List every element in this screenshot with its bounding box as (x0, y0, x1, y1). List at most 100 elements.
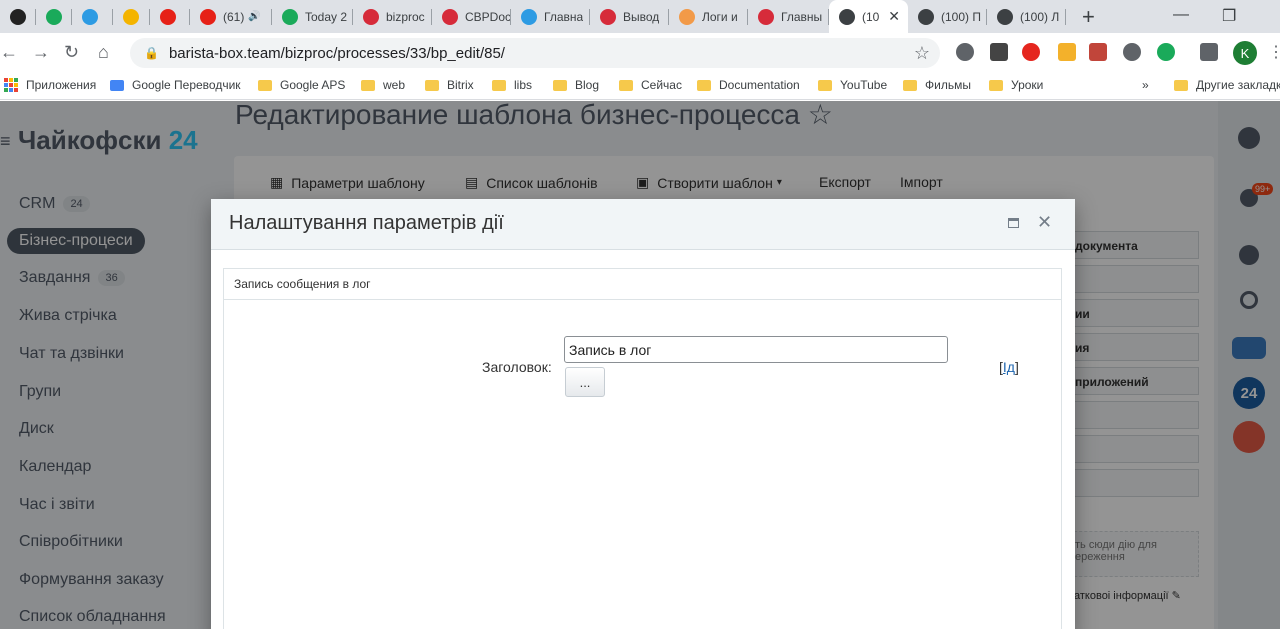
arrow-circle-icon (839, 8, 855, 25)
folder-icon (818, 79, 832, 91)
tab-label: CBPDoc (465, 9, 511, 24)
tab-label: Главна (544, 9, 584, 24)
trello-icon (10, 8, 26, 25)
folder-icon (903, 79, 917, 91)
reload-icon[interactable]: ↻ (64, 42, 79, 63)
extension-icon[interactable] (1157, 43, 1175, 61)
browser-tab[interactable] (0, 0, 36, 33)
menu-icon[interactable]: ⋮ (1268, 42, 1280, 62)
bookmark-item[interactable]: Bitrix (425, 78, 474, 92)
browser-tab[interactable]: Главна (511, 0, 590, 33)
folder-icon (619, 79, 633, 91)
extension-icon[interactable] (1022, 43, 1040, 61)
bookmark-label: Blog (575, 78, 600, 92)
tab-label: bizproc (386, 9, 425, 24)
extension-icon[interactable] (1123, 43, 1141, 61)
bookmark-item[interactable]: web (361, 78, 405, 92)
insert-value-button[interactable]: ... (565, 367, 605, 397)
bookmarks-more[interactable]: » (1142, 78, 1149, 92)
tab-label: (100) Л (1020, 9, 1060, 24)
browser-tab[interactable]: (61) 🔊 (190, 0, 272, 33)
tab-strip: (61) 🔊 Today 2 bizproc CBPDoc Главна Вывод Логи… (0, 0, 1280, 33)
bookmark-item[interactable]: Google Переводчик (110, 78, 241, 92)
maximize-icon[interactable] (1008, 218, 1019, 228)
folder-icon (361, 79, 375, 91)
browser-tab[interactable]: (100) П (908, 0, 987, 33)
media-icon[interactable] (1200, 43, 1218, 61)
forward-icon[interactable]: → (32, 42, 50, 63)
browser-tab[interactable] (36, 0, 72, 33)
bookmark-label: Приложения (26, 78, 97, 92)
browser-tab[interactable] (113, 0, 150, 33)
extension-icon[interactable] (1089, 43, 1107, 61)
bookmark-label: Уроки (1011, 78, 1044, 92)
bookmark-star-icon[interactable]: ☆ (914, 43, 930, 64)
folder-icon (492, 79, 506, 91)
dialog-body: Запись сообщения в лог Заголовок: ... [І… (223, 268, 1062, 629)
check-app-icon (46, 8, 62, 25)
browser-tab[interactable] (150, 0, 190, 33)
other-bookmarks[interactable]: Другие закладки (1174, 78, 1280, 92)
bookmark-item[interactable]: Documentation (697, 78, 800, 92)
address-bar[interactable]: 🔒 barista-box.team/bizproc/processes/33/… (130, 38, 940, 68)
minimize-icon[interactable]: — (1173, 6, 1189, 24)
translate-icon (110, 79, 124, 91)
bookmark-label: Bitrix (447, 78, 474, 92)
new-tab-button[interactable]: + (1082, 4, 1095, 30)
youtube-icon (200, 8, 216, 25)
b-app-icon (363, 8, 379, 25)
browser-tab[interactable]: CBPDoc (432, 0, 511, 33)
browser-tab[interactable]: Вывод (590, 0, 669, 33)
browser-tab[interactable]: Today 2 (272, 0, 353, 33)
tab-label: Логи и (702, 9, 738, 24)
extension-icon[interactable] (990, 43, 1008, 61)
browser-tab[interactable]: (100) Л (987, 0, 1066, 33)
restore-icon[interactable]: ❐ (1222, 6, 1236, 26)
extension-icon[interactable] (1058, 43, 1076, 61)
bookmark-label: web (383, 78, 406, 92)
refresh-app-icon (82, 8, 98, 25)
b-app-icon (442, 8, 458, 25)
folder-icon (258, 79, 272, 91)
dialog-title: Налаштування параметрів дії (229, 212, 504, 234)
browser-tab[interactable]: Логи и (669, 0, 748, 33)
speaker-icon[interactable]: 🔊 (248, 11, 260, 22)
close-icon[interactable]: ✕ (1037, 212, 1052, 233)
home-icon[interactable]: ⌂ (98, 42, 109, 63)
extension-icon[interactable] (956, 43, 974, 61)
folder-icon (989, 79, 1003, 91)
bookmark-item[interactable]: libs (492, 78, 532, 92)
tab-divider (1065, 9, 1066, 25)
bookmark-item[interactable]: Сейчас (619, 78, 682, 92)
bookmarks-bar: Приложения Google Переводчик Google APS web… (0, 73, 1280, 100)
id-link[interactable]: Ід (1003, 359, 1015, 375)
bookmark-item[interactable]: Приложения (4, 78, 96, 92)
arrow-circle-icon (918, 8, 934, 25)
title-field-label: Заголовок: (482, 359, 552, 375)
bookmark-item[interactable]: YouTube (818, 78, 887, 92)
bookmark-item[interactable]: Уроки (989, 78, 1043, 92)
bookmark-item[interactable]: Blog (553, 78, 599, 92)
apps-icon (4, 78, 18, 92)
tab-label: Вывод (623, 9, 660, 24)
browser-tab[interactable]: Главны (748, 0, 829, 33)
title-input[interactable] (564, 336, 948, 363)
arrow-circle-icon (997, 8, 1013, 25)
browser-tab[interactable]: (10 ✕ (829, 0, 908, 33)
browser-tab[interactable] (72, 0, 113, 33)
bookmark-label: Google APS (280, 78, 346, 92)
google-drive-icon (123, 8, 139, 25)
folder-icon (553, 79, 567, 91)
bookmark-item[interactable]: Фильмы (903, 78, 971, 92)
dialog-header: Налаштування параметрів дії ✕ (211, 199, 1075, 250)
bookmark-item[interactable]: Google APS (258, 78, 345, 92)
tab-label: (100) П (941, 9, 981, 24)
browser-tab[interactable]: bizproc (353, 0, 432, 33)
profile-avatar[interactable]: K (1233, 41, 1257, 65)
s-app-icon (521, 8, 537, 25)
close-tab-icon[interactable]: ✕ (888, 8, 900, 25)
tab-label: Главны (781, 9, 823, 24)
back-icon[interactable]: ← (0, 42, 18, 63)
folder-icon (1174, 79, 1188, 91)
bookmark-label: libs (514, 78, 533, 92)
